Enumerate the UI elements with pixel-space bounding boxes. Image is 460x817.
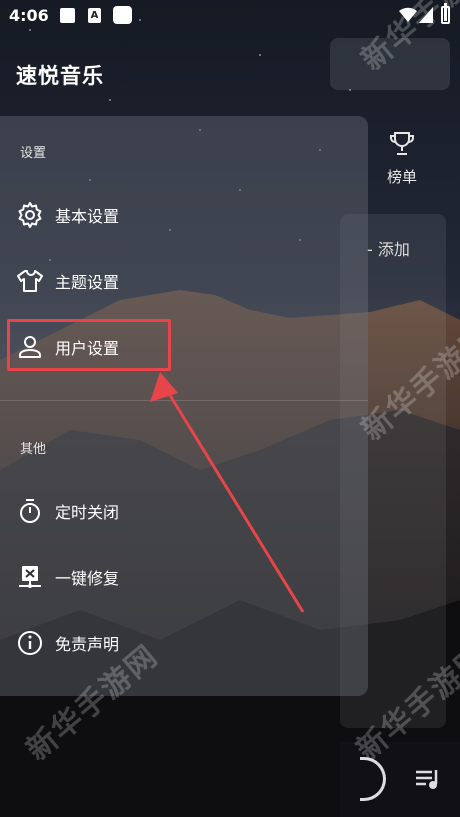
signal-icon <box>419 7 433 23</box>
status-bar: 4:06 A <box>0 0 460 32</box>
notification-app-icon <box>113 6 132 24</box>
battery-icon <box>441 3 450 24</box>
wifi-icon <box>399 7 417 23</box>
status-time: 4:06 <box>9 6 49 25</box>
notification-a-icon: A <box>88 8 101 23</box>
notification-square-icon <box>60 8 75 23</box>
